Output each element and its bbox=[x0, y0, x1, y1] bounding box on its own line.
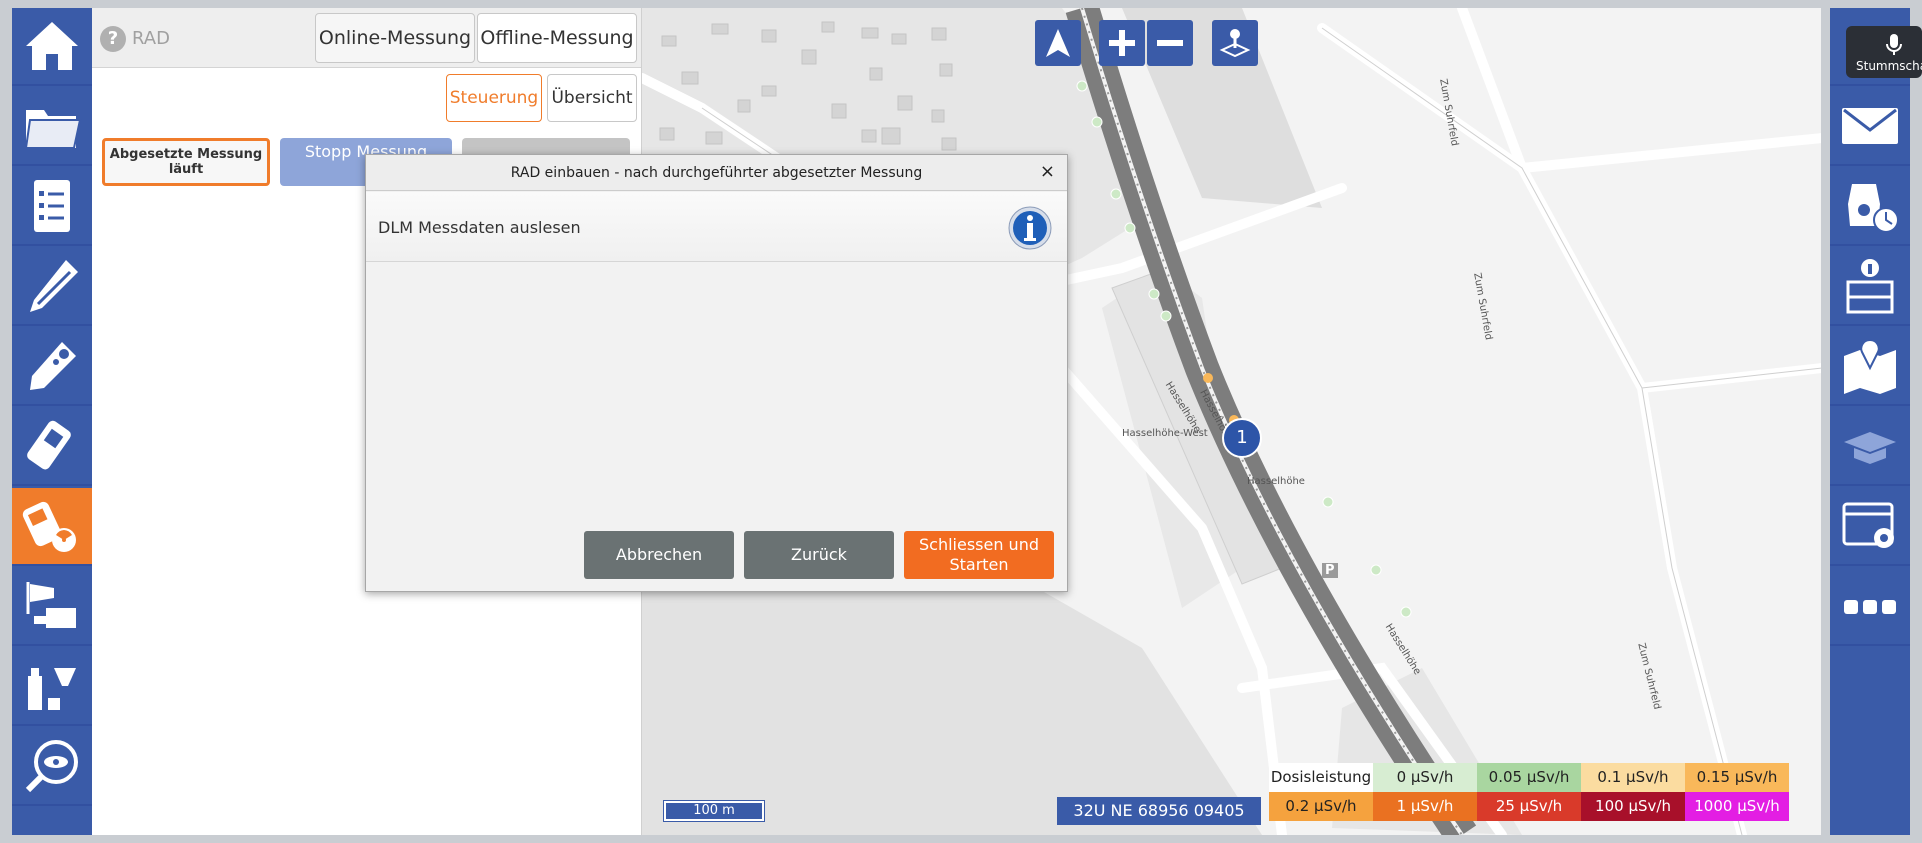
mail-icon bbox=[1842, 108, 1898, 144]
mask-timer-icon bbox=[1848, 184, 1899, 233]
nav-files[interactable] bbox=[12, 88, 92, 166]
more-icon bbox=[1844, 600, 1896, 614]
legend-item: 0 µSv/h bbox=[1373, 763, 1477, 792]
panel-title: RAD bbox=[132, 28, 170, 49]
coordinates-readout: 32U NE 68956 09405 bbox=[1057, 797, 1261, 825]
rad-install-dialog: RAD einbauen - nach durchgeführter abges… bbox=[365, 154, 1068, 592]
dialog-titlebar: RAD einbauen - nach durchgeführter abges… bbox=[366, 155, 1067, 191]
tooltip-text: Stummschalten bbox=[1856, 59, 1922, 73]
zoom-out-button[interactable] bbox=[1147, 20, 1193, 66]
nav-home[interactable] bbox=[12, 8, 92, 86]
legend-item: 100 µSv/h bbox=[1581, 792, 1685, 821]
legend-item: 1 µSv/h bbox=[1373, 792, 1477, 821]
legend-title: Dosisleistung bbox=[1269, 763, 1373, 792]
map-label-station: Hasselhöhe bbox=[1247, 476, 1305, 487]
zoom-in-button[interactable] bbox=[1099, 20, 1145, 66]
panel-header: ? RAD Online-Messung Offline-Messung bbox=[92, 8, 641, 68]
nav-sampling[interactable] bbox=[12, 648, 92, 726]
dosimeter-icon bbox=[30, 342, 76, 390]
settings-window-icon bbox=[1842, 502, 1894, 548]
mute-tooltip: Stummschalten bbox=[1846, 26, 1922, 78]
north-arrow-button[interactable] bbox=[1035, 20, 1081, 66]
joystick-button[interactable] bbox=[1212, 20, 1258, 66]
nav-inspect[interactable] bbox=[12, 728, 92, 806]
nav-dosimeter[interactable] bbox=[12, 328, 92, 406]
zoom-out-icon bbox=[1157, 40, 1183, 46]
info-icon bbox=[1008, 206, 1052, 250]
tab-offline-messung[interactable]: Offline-Messung bbox=[477, 13, 637, 63]
nav-radiation-meter[interactable] bbox=[12, 488, 92, 566]
tab-uebersicht[interactable]: Übersicht bbox=[547, 74, 637, 122]
cancel-button[interactable]: Abbrechen bbox=[584, 531, 734, 579]
close-icon[interactable]: × bbox=[1040, 163, 1055, 181]
map-scale: 100 m bbox=[664, 801, 764, 821]
dose-rate-legend: Dosisleistung 0 µSv/h 0.05 µSv/h 0.1 µSv… bbox=[1269, 763, 1809, 821]
sampling-icon bbox=[28, 668, 76, 710]
nav-settings[interactable] bbox=[1830, 488, 1910, 566]
map-pin-icon bbox=[1844, 338, 1896, 394]
measurement-status: Abgesetzte Messung läuft bbox=[102, 138, 270, 186]
folder-icon bbox=[24, 110, 82, 149]
nav-handheld-meter[interactable] bbox=[12, 408, 92, 486]
left-sidebar bbox=[12, 8, 92, 835]
microphone-icon bbox=[1886, 34, 1902, 55]
dialog-title: RAD einbauen - nach durchgeführter abges… bbox=[510, 165, 923, 181]
measurement-point-marker[interactable]: 1 bbox=[1222, 418, 1262, 458]
nav-probe[interactable] bbox=[12, 248, 92, 326]
legend-item: 0.2 µSv/h bbox=[1269, 792, 1373, 821]
radiation-meter-icon bbox=[22, 501, 76, 552]
info-grid-icon bbox=[1846, 259, 1894, 314]
nav-more[interactable] bbox=[1830, 568, 1910, 646]
help-icon[interactable]: ? bbox=[100, 26, 126, 52]
nav-windsock[interactable] bbox=[12, 568, 92, 646]
windsock-icon bbox=[26, 582, 76, 628]
home-icon bbox=[26, 22, 78, 70]
close-and-start-button[interactable]: Schliessen und Starten bbox=[904, 531, 1054, 579]
tab-steuerung[interactable]: Steuerung bbox=[446, 74, 542, 122]
legend-item: 0.05 µSv/h bbox=[1477, 763, 1581, 792]
dialog-step-header: DLM Messdaten auslesen bbox=[366, 192, 1067, 262]
nav-messages[interactable] bbox=[1830, 88, 1910, 166]
probe-icon bbox=[30, 260, 78, 312]
back-button[interactable]: Zurück bbox=[744, 531, 894, 579]
nav-mask-timer[interactable] bbox=[1830, 168, 1910, 246]
legend-item: 1000 µSv/h bbox=[1685, 792, 1789, 821]
training-cap-icon bbox=[1844, 432, 1896, 464]
zoom-in-icon bbox=[1109, 30, 1135, 56]
handheld-meter-icon bbox=[27, 420, 71, 470]
dialog-step-title: DLM Messdaten auslesen bbox=[378, 218, 581, 237]
legend-item: 0.15 µSv/h bbox=[1685, 763, 1789, 792]
nav-map[interactable] bbox=[1830, 328, 1910, 406]
checklist-icon bbox=[34, 180, 70, 232]
legend-item: 0.1 µSv/h bbox=[1581, 763, 1685, 792]
right-sidebar bbox=[1830, 8, 1910, 835]
eye-search-icon bbox=[25, 740, 78, 793]
nav-training[interactable] bbox=[1830, 408, 1910, 486]
parking-marker: P bbox=[1322, 563, 1338, 578]
tab-online-messung[interactable]: Online-Messung bbox=[315, 13, 475, 63]
north-arrow-icon bbox=[1046, 29, 1070, 57]
nav-checklist[interactable] bbox=[12, 168, 92, 246]
legend-item: 25 µSv/h bbox=[1477, 792, 1581, 821]
nav-info-grid[interactable] bbox=[1830, 248, 1910, 326]
joystick-icon bbox=[1219, 29, 1251, 58]
